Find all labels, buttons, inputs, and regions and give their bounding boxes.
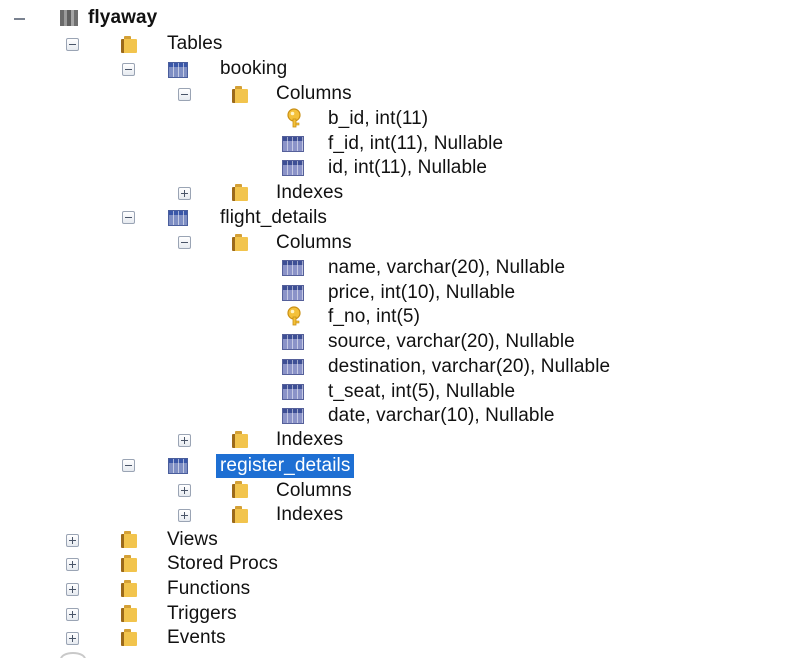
folder-icon xyxy=(121,605,137,622)
flight-details-collapse-toggle[interactable] xyxy=(122,211,135,224)
folder-icon xyxy=(121,580,137,597)
tree-node-flight-details[interactable]: flight_details xyxy=(220,206,327,230)
column-item[interactable]: source, varchar(20), Nullable xyxy=(328,330,575,354)
column-label: price, int(10), Nullable xyxy=(328,282,516,303)
column-icon xyxy=(282,334,304,350)
folder-icon xyxy=(121,531,137,548)
column-item[interactable]: f_no, int(5) xyxy=(328,305,420,329)
database-icon xyxy=(60,10,78,26)
tables-label: Tables xyxy=(167,33,223,54)
stored-procs-label: Stored Procs xyxy=(167,553,279,574)
functions-expand-toggle[interactable] xyxy=(66,583,79,596)
column-label: f_no, int(5) xyxy=(328,306,421,327)
column-label: source, varchar(20), Nullable xyxy=(328,331,575,352)
booking-collapse-toggle[interactable] xyxy=(122,63,135,76)
table-name: booking xyxy=(220,58,288,79)
column-item[interactable]: destination, varchar(20), Nullable xyxy=(328,355,610,379)
column-item[interactable]: b_id, int(11) xyxy=(328,107,428,131)
views-label: Views xyxy=(167,529,218,550)
indexes-label: Indexes xyxy=(276,429,344,450)
column-item[interactable]: f_id, int(11), Nullable xyxy=(328,132,503,156)
events-expand-toggle[interactable] xyxy=(66,632,79,645)
column-label: f_id, int(11), Nullable xyxy=(328,133,504,154)
table-name: flight_details xyxy=(220,207,328,228)
folder-icon xyxy=(121,36,137,53)
clipped-node-icon xyxy=(60,652,86,658)
column-label: id, int(11), Nullable xyxy=(328,157,488,178)
booking-columns-collapse-toggle[interactable] xyxy=(178,88,191,101)
column-icon xyxy=(282,285,304,301)
views-expand-toggle[interactable] xyxy=(66,534,79,547)
column-item[interactable]: price, int(10), Nullable xyxy=(328,281,515,305)
indexes-label: Indexes xyxy=(276,182,344,203)
register-details-collapse-toggle[interactable] xyxy=(122,459,135,472)
column-item[interactable]: id, int(11), Nullable xyxy=(328,156,487,180)
register-details-indexes-expand-toggle[interactable] xyxy=(178,509,191,522)
column-icon xyxy=(282,136,304,152)
tree-node-triggers[interactable]: Triggers xyxy=(167,602,237,626)
column-label: destination, varchar(20), Nullable xyxy=(328,356,611,377)
column-item[interactable]: t_seat, int(5), Nullable xyxy=(328,380,515,404)
stored-procs-expand-toggle[interactable] xyxy=(66,558,79,571)
tree-node-views[interactable]: Views xyxy=(167,528,218,552)
tree-node-flight-details-indexes[interactable]: Indexes xyxy=(276,428,343,452)
tree-node-register-details-columns[interactable]: Columns xyxy=(276,479,352,503)
folder-icon xyxy=(232,184,248,201)
tree-node-stored-procs[interactable]: Stored Procs xyxy=(167,552,278,576)
booking-indexes-expand-toggle[interactable] xyxy=(178,187,191,200)
column-icon xyxy=(282,160,304,176)
folder-icon xyxy=(232,86,248,103)
tree-node-register-details[interactable]: register_details xyxy=(216,454,355,478)
column-icon xyxy=(282,359,304,375)
tree-node-booking-indexes[interactable]: Indexes xyxy=(276,181,343,205)
column-label: t_seat, int(5), Nullable xyxy=(328,381,516,402)
indexes-label: Indexes xyxy=(276,504,344,525)
key-icon xyxy=(286,306,306,326)
column-label: date, varchar(10), Nullable xyxy=(328,405,555,426)
column-icon xyxy=(282,408,304,424)
tree-node-booking-columns[interactable]: Columns xyxy=(276,82,352,106)
events-label: Events xyxy=(167,627,226,648)
next-row-clipped xyxy=(0,650,788,658)
table-icon xyxy=(168,458,188,474)
register-details-columns-expand-toggle[interactable] xyxy=(178,484,191,497)
tree-node-flyaway[interactable]: flyaway xyxy=(88,6,157,30)
column-label: name, varchar(20), Nullable xyxy=(328,257,566,278)
tree-node-events[interactable]: Events xyxy=(167,626,226,650)
table-icon xyxy=(168,62,188,78)
table-name: register_details xyxy=(220,455,351,476)
columns-label: Columns xyxy=(276,232,352,253)
flight-details-columns-collapse-toggle[interactable] xyxy=(178,236,191,249)
column-item[interactable]: name, varchar(20), Nullable xyxy=(328,256,565,280)
flight-details-indexes-expand-toggle[interactable] xyxy=(178,434,191,447)
column-label: b_id, int(11) xyxy=(328,108,429,129)
folder-icon xyxy=(232,506,248,523)
column-item[interactable]: date, varchar(10), Nullable xyxy=(328,404,555,428)
folder-icon xyxy=(121,629,137,646)
tree-node-register-details-indexes[interactable]: Indexes xyxy=(276,503,343,527)
triggers-expand-toggle[interactable] xyxy=(66,608,79,621)
root-collapse-toggle[interactable] xyxy=(14,12,27,25)
column-icon xyxy=(282,260,304,276)
triggers-label: Triggers xyxy=(167,603,237,624)
tree-node-tables[interactable]: Tables xyxy=(167,32,223,56)
tree-node-functions[interactable]: Functions xyxy=(167,577,250,601)
folder-icon xyxy=(121,555,137,572)
tree-node-flight-details-columns[interactable]: Columns xyxy=(276,231,352,255)
columns-label: Columns xyxy=(276,83,352,104)
tree-node-booking[interactable]: booking xyxy=(220,57,287,81)
functions-label: Functions xyxy=(167,578,251,599)
key-icon xyxy=(286,108,306,128)
table-icon xyxy=(168,210,188,226)
folder-icon xyxy=(232,234,248,251)
folder-icon xyxy=(232,431,248,448)
columns-label: Columns xyxy=(276,480,352,501)
tables-collapse-toggle[interactable] xyxy=(66,38,79,51)
database-name: flyaway xyxy=(88,7,158,28)
folder-icon xyxy=(232,481,248,498)
column-icon xyxy=(282,384,304,400)
